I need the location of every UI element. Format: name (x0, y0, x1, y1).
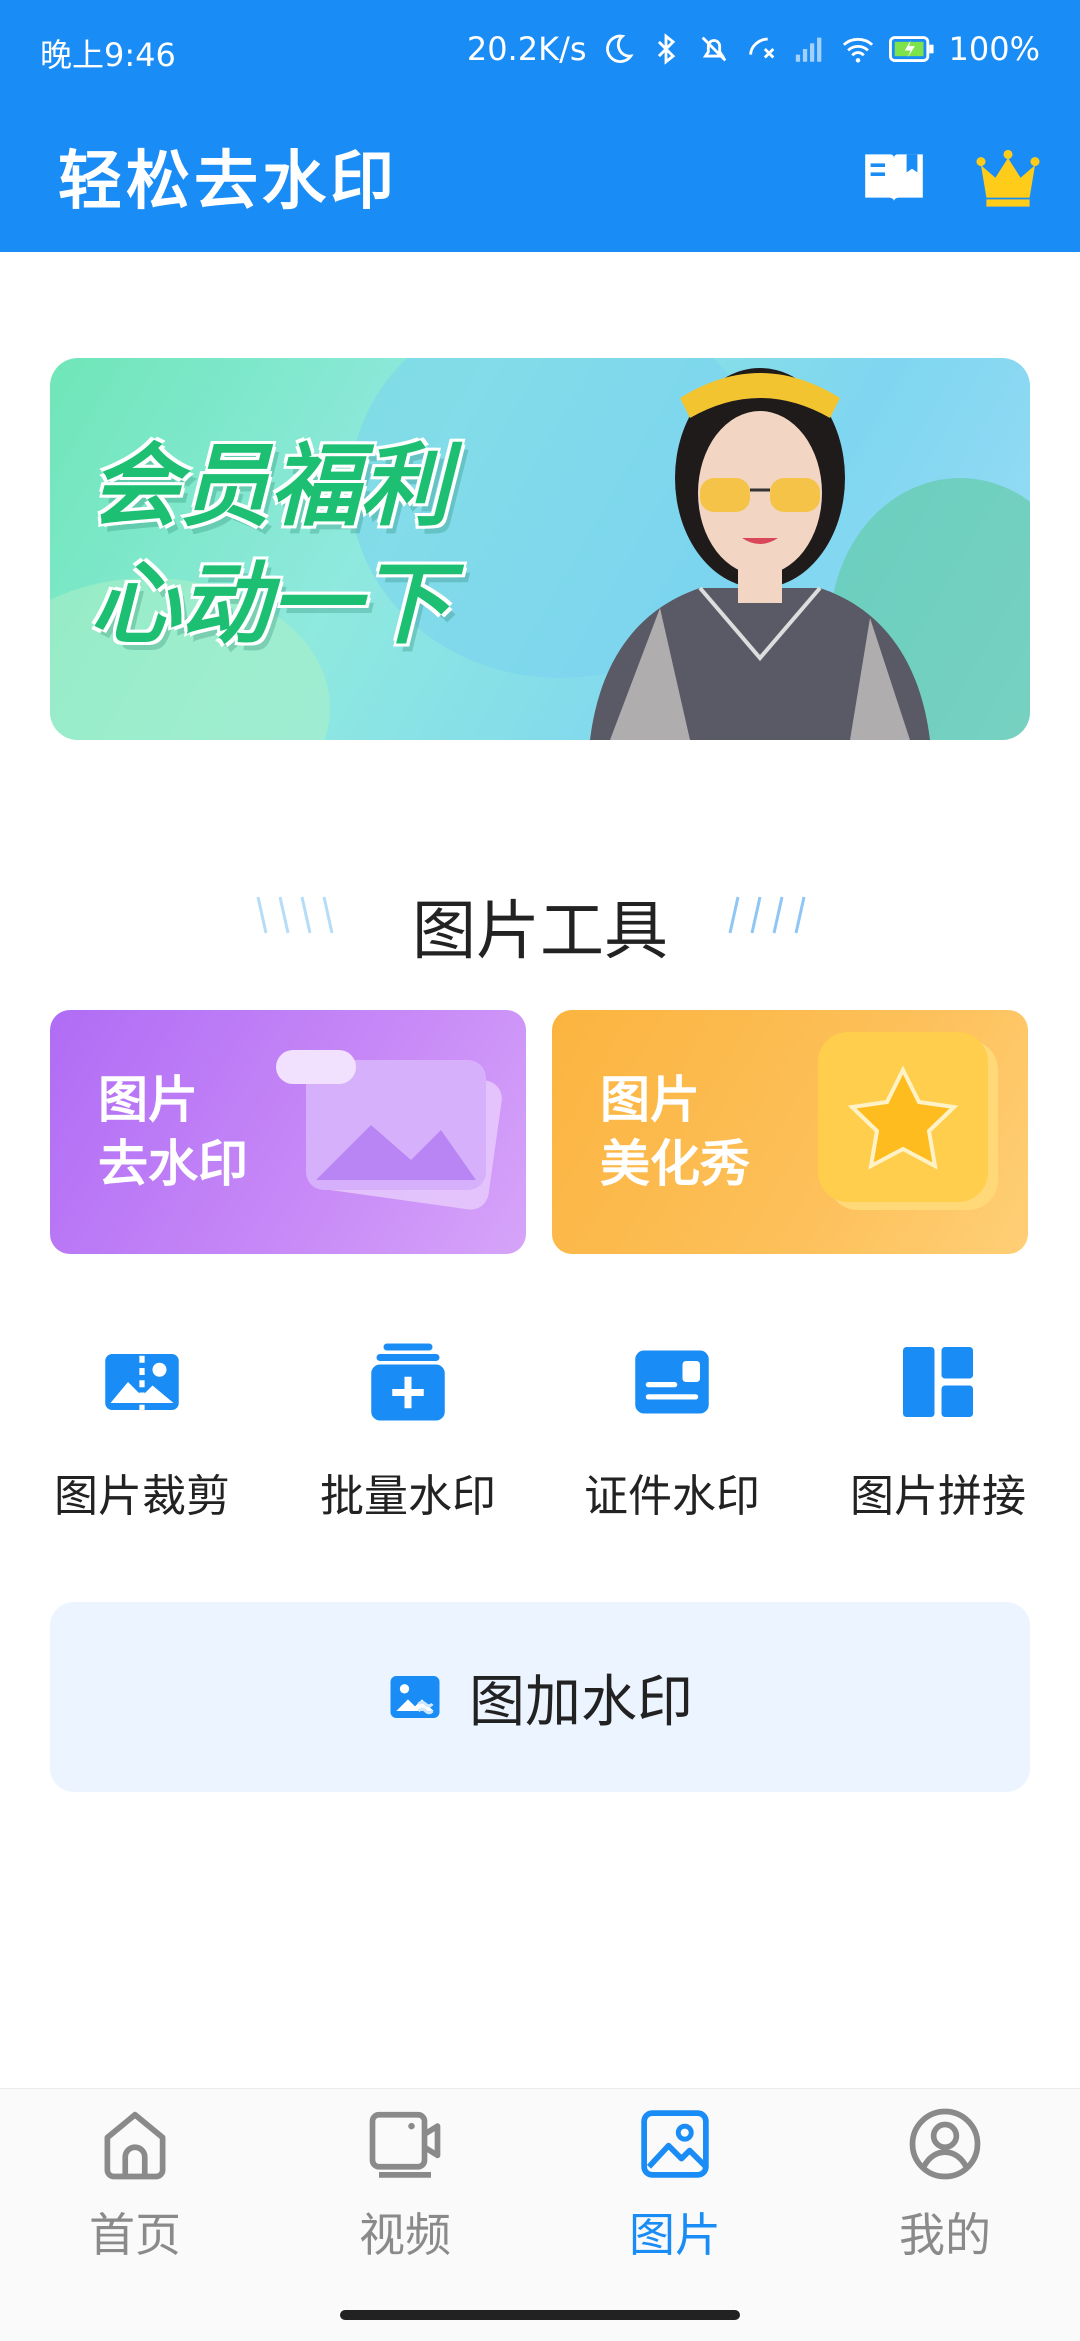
remove-watermark-card[interactable]: 图片 去水印 (50, 1010, 526, 1254)
add-watermark-button[interactable]: 图加水印 (50, 1602, 1030, 1792)
batch-add-icon (371, 1343, 445, 1421)
nav-label: 我的 (899, 2208, 991, 2262)
tool-image-collage[interactable]: 图片拼接 (808, 1330, 1068, 1550)
mute-icon (697, 32, 731, 66)
status-bar: 晚上9:46 20.2K/s 100% (0, 0, 1080, 100)
status-time: 晚上9:46 (40, 36, 176, 74)
app-header: 晚上9:46 20.2K/s 100% 轻松去水印 (0, 0, 1080, 252)
card-label-line1: 图片 (600, 1071, 700, 1129)
signal-icon (793, 32, 827, 66)
id-card-icon (635, 1350, 709, 1414)
profile-icon (909, 2108, 981, 2180)
bottom-navigation: 首页 视频 图片 我的 (0, 2088, 1080, 2341)
bluetooth-icon (649, 32, 683, 66)
banner-slogan: 会员福利 心动一下 (90, 428, 450, 664)
tool-label: 证件水印 (584, 1471, 760, 1522)
nav-item-profile[interactable]: 我的 (810, 2105, 1080, 2285)
card-label-line2: 美化秀 (600, 1135, 750, 1193)
image-card-art (276, 1050, 502, 1210)
wifi-icon (841, 32, 875, 66)
beautify-image-card[interactable]: 图片 美化秀 (552, 1010, 1028, 1254)
nav-label: 视频 (359, 2208, 451, 2262)
card-label-line2: 去水印 (98, 1135, 248, 1193)
card-label: 图片 去水印 (98, 1068, 248, 1196)
section-title: 图片工具 (412, 895, 668, 969)
status-icons: 20.2K/s 100% (467, 30, 1040, 68)
battery-level: 100% (948, 30, 1040, 68)
crop-image-icon (105, 1343, 179, 1421)
app-title: 轻松去水印 (58, 145, 398, 219)
tool-label: 图片拼接 (850, 1471, 1026, 1522)
tool-image-crop[interactable]: 图片裁剪 (12, 1330, 272, 1550)
tool-batch-watermark[interactable]: 批量水印 (278, 1330, 538, 1550)
section-deco-right (728, 896, 806, 934)
nav-item-home[interactable]: 首页 (0, 2105, 270, 2285)
banner-line1: 会员福利 (90, 434, 450, 539)
tool-label: 批量水印 (320, 1471, 496, 1522)
image-watermark-icon (390, 1676, 440, 1718)
call-forward-icon (745, 32, 779, 66)
network-speed: 20.2K/s (466, 30, 587, 68)
video-icon (369, 2111, 441, 2178)
tool-id-watermark[interactable]: 证件水印 (542, 1330, 802, 1550)
card-label: 图片 美化秀 (600, 1068, 750, 1196)
moon-icon (601, 32, 635, 66)
tool-label: 图片裁剪 (54, 1471, 230, 1522)
collage-icon (903, 1347, 973, 1417)
banner-model-image (590, 368, 930, 740)
star-card-art (818, 1032, 998, 1210)
battery-charging-icon (888, 32, 935, 66)
image-icon (641, 2110, 709, 2178)
home-indicator[interactable] (340, 2310, 740, 2320)
nav-item-image[interactable]: 图片 (540, 2105, 810, 2285)
nav-label: 图片 (629, 2208, 721, 2262)
add-watermark-label: 图加水印 (469, 1669, 693, 1735)
nav-item-video[interactable]: 视频 (270, 2105, 540, 2285)
home-icon (104, 2111, 166, 2180)
nav-label: 首页 (89, 2208, 181, 2262)
banner-line2: 心动一下 (90, 552, 450, 657)
crown-icon[interactable] (972, 140, 1044, 212)
book-icon[interactable] (858, 140, 930, 212)
card-label-line1: 图片 (98, 1071, 198, 1129)
member-promo-banner[interactable]: 会员福利 心动一下 (50, 358, 1030, 740)
